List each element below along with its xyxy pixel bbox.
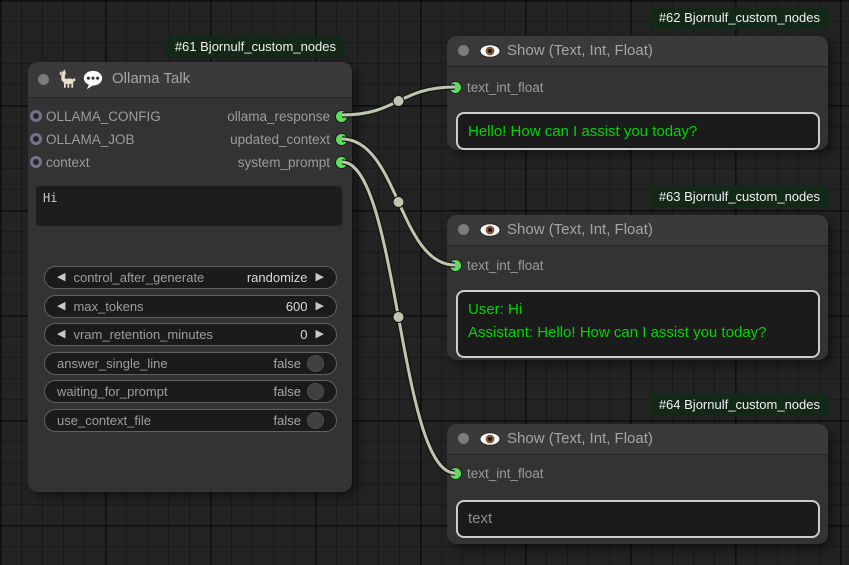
wire-updated-context-to-show63[interactable] bbox=[342, 139, 455, 265]
node-graph-canvas[interactable]: #61 Bjornulf_custom_nodes #62 Bjornulf_c… bbox=[0, 0, 849, 565]
toggle-knob[interactable] bbox=[307, 355, 324, 372]
show-text-line: Assistant: Hello! How can I assist you t… bbox=[468, 321, 808, 344]
node-id-badge: #64 Bjornulf_custom_nodes bbox=[650, 394, 829, 416]
ollama-talk-node[interactable]: Ollama Talk OLLAMA_CONFIG OLLAMA_JOB con… bbox=[28, 62, 352, 492]
input-slot-text-int-float[interactable]: text_int_float bbox=[447, 76, 544, 98]
output-slot-ollama-response[interactable]: ollama_response bbox=[28, 105, 352, 127]
collapse-dot[interactable] bbox=[458, 45, 469, 56]
collapse-dot[interactable] bbox=[458, 433, 469, 444]
show-text-widget[interactable]: Hello! How can I assist you today? bbox=[456, 112, 820, 150]
node-titlebar[interactable]: Show (Text, Int, Float) bbox=[447, 215, 828, 246]
widget-label: waiting_for_prompt bbox=[57, 384, 168, 399]
slot-label: system_prompt bbox=[238, 155, 330, 170]
input-slot-text-int-float[interactable]: text_int_float bbox=[447, 462, 544, 484]
widget-answer-single-line[interactable]: answer_single_line false bbox=[44, 352, 337, 375]
llama-icon bbox=[57, 69, 78, 95]
collapse-dot[interactable] bbox=[38, 74, 49, 85]
show-text-widget[interactable]: text bbox=[456, 500, 820, 538]
eye-icon bbox=[479, 432, 501, 451]
widget-value: false bbox=[274, 384, 301, 399]
increment-arrow-icon[interactable]: ▶ bbox=[316, 324, 324, 345]
widget-use-context-file[interactable]: use_context_file false bbox=[44, 409, 337, 432]
slot-label: updated_context bbox=[230, 132, 330, 147]
input-slot-text-int-float[interactable]: text_int_float bbox=[447, 254, 544, 276]
show-text-widget[interactable]: User: Hi Assistant: Hello! How can I ass… bbox=[456, 290, 820, 358]
show-text-placeholder: text bbox=[468, 508, 808, 530]
node-id-badge: #62 Bjornulf_custom_nodes bbox=[650, 7, 829, 29]
show-text-value: Hello! How can I assist you today? bbox=[468, 120, 808, 143]
output-slot-system-prompt[interactable]: system_prompt bbox=[28, 151, 352, 173]
node-title: Ollama Talk bbox=[112, 70, 190, 87]
widget-label: vram_retention_minutes bbox=[73, 327, 212, 342]
decrement-arrow-icon[interactable]: ◀ bbox=[57, 267, 65, 288]
node-titlebar[interactable]: Show (Text, Int, Float) bbox=[447, 36, 828, 67]
node-id-badge: #61 Bjornulf_custom_nodes bbox=[166, 36, 345, 58]
node-id-badge: #63 Bjornulf_custom_nodes bbox=[650, 186, 829, 208]
prompt-textarea[interactable]: Hi bbox=[36, 186, 342, 226]
widget-control-after-generate[interactable]: ◀ control_after_generate randomize ▶ bbox=[44, 266, 337, 289]
widget-max-tokens[interactable]: ◀ max_tokens 600 ▶ bbox=[44, 295, 337, 318]
input-slot-dot[interactable] bbox=[449, 467, 462, 480]
node-title: Show (Text, Int, Float) bbox=[507, 42, 653, 59]
show-node-62[interactable]: Show (Text, Int, Float) text_int_float H… bbox=[447, 36, 828, 150]
input-slot-dot[interactable] bbox=[449, 259, 462, 272]
widget-label: use_context_file bbox=[57, 413, 151, 428]
show-node-64[interactable]: Show (Text, Int, Float) text_int_float t… bbox=[447, 424, 828, 544]
slot-label: text_int_float bbox=[467, 466, 544, 481]
widget-value: 0 bbox=[300, 327, 307, 342]
speech-balloon-icon bbox=[82, 69, 104, 96]
wire-ollama-response-to-show62[interactable] bbox=[342, 87, 455, 115]
input-slot-dot[interactable] bbox=[449, 81, 462, 94]
output-slot-updated-context[interactable]: updated_context bbox=[28, 128, 352, 150]
toggle-knob[interactable] bbox=[307, 412, 324, 429]
widget-value: false bbox=[274, 356, 301, 371]
collapse-dot[interactable] bbox=[458, 224, 469, 235]
wire-midpoint-dot bbox=[393, 96, 404, 107]
widget-value: randomize bbox=[247, 270, 308, 285]
widget-value: false bbox=[274, 413, 301, 428]
widget-label: control_after_generate bbox=[73, 270, 204, 285]
slot-label: text_int_float bbox=[467, 258, 544, 273]
wire-midpoint-dot bbox=[393, 197, 404, 208]
eye-icon bbox=[479, 44, 501, 63]
node-title: Show (Text, Int, Float) bbox=[507, 221, 653, 238]
widget-waiting-for-prompt[interactable]: waiting_for_prompt false bbox=[44, 380, 337, 403]
node-titlebar[interactable]: Show (Text, Int, Float) bbox=[447, 424, 828, 455]
output-slot-dot[interactable] bbox=[335, 156, 348, 169]
decrement-arrow-icon[interactable]: ◀ bbox=[57, 324, 65, 345]
increment-arrow-icon[interactable]: ▶ bbox=[316, 296, 324, 317]
wire-system-prompt-to-show64[interactable] bbox=[342, 162, 455, 473]
output-slot-dot[interactable] bbox=[335, 110, 348, 123]
increment-arrow-icon[interactable]: ▶ bbox=[316, 267, 324, 288]
eye-icon bbox=[479, 223, 501, 242]
decrement-arrow-icon[interactable]: ◀ bbox=[57, 296, 65, 317]
node-title: Show (Text, Int, Float) bbox=[507, 430, 653, 447]
output-slot-dot[interactable] bbox=[335, 133, 348, 146]
show-text-line: User: Hi bbox=[468, 298, 808, 321]
slot-label: text_int_float bbox=[467, 80, 544, 95]
wire-midpoint-dot bbox=[393, 312, 404, 323]
widget-vram-retention-minutes[interactable]: ◀ vram_retention_minutes 0 ▶ bbox=[44, 323, 337, 346]
toggle-knob[interactable] bbox=[307, 383, 324, 400]
widget-value: 600 bbox=[286, 299, 308, 314]
node-titlebar[interactable]: Ollama Talk bbox=[28, 62, 352, 98]
widget-label: max_tokens bbox=[73, 299, 143, 314]
slot-label: ollama_response bbox=[227, 109, 330, 124]
show-node-63[interactable]: Show (Text, Int, Float) text_int_float U… bbox=[447, 215, 828, 360]
widget-label: answer_single_line bbox=[57, 356, 168, 371]
